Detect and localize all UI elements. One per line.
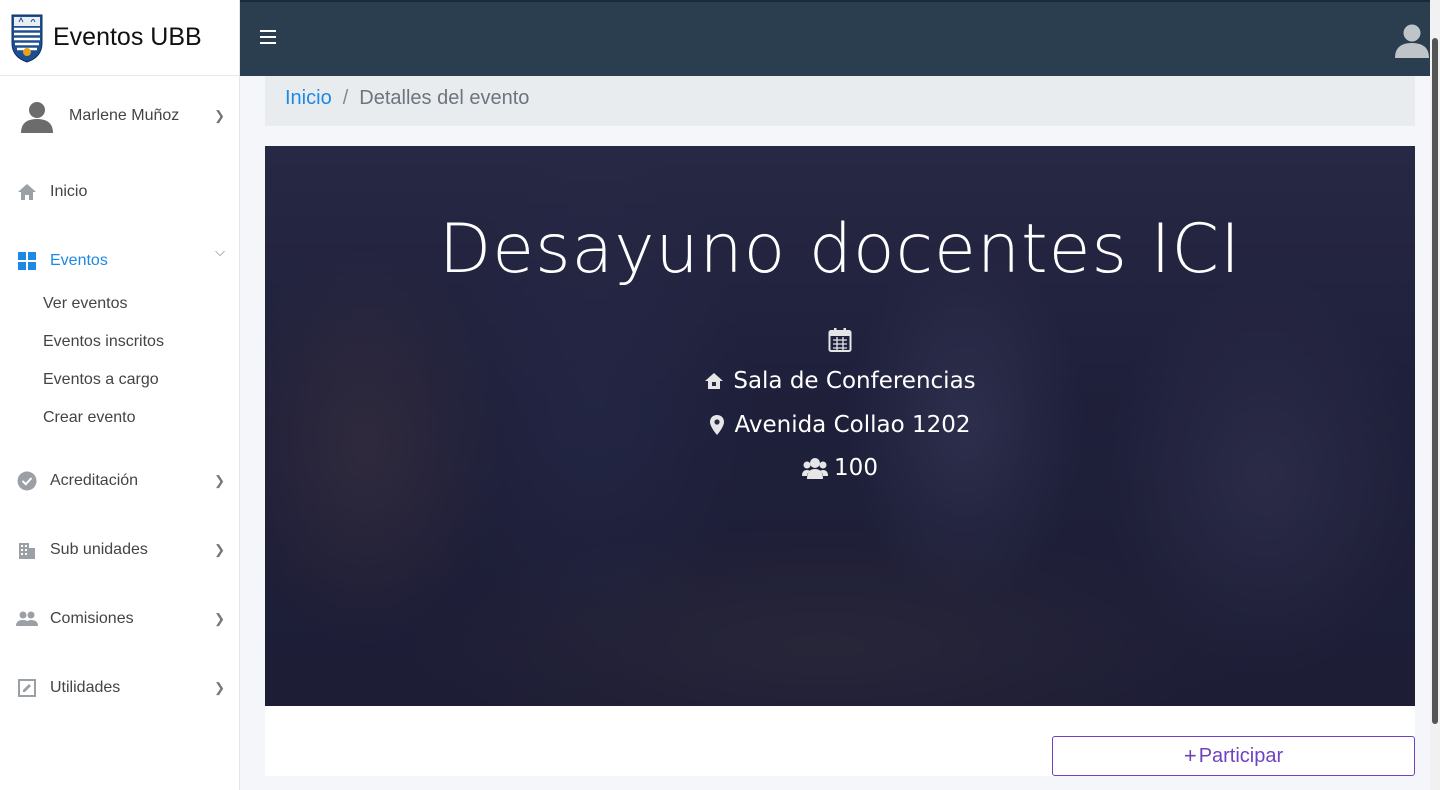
chevron-right-icon: ❯ (214, 542, 225, 557)
scrollbar-thumb[interactable] (1432, 38, 1438, 724)
dashboard-grid-icon (16, 250, 38, 272)
sidebar-item-label: Inicio (50, 183, 88, 200)
plus-icon: + (1183, 743, 1197, 768)
brand-title: Eventos UBB (53, 23, 202, 51)
sidebar-item-acreditacion[interactable]: Acreditación ❯ (16, 466, 225, 496)
breadcrumb-separator: / (342, 86, 349, 109)
event-capacity-row: 100 (265, 455, 1415, 481)
chevron-down-icon: ⌵ (215, 244, 225, 259)
participar-button[interactable]: + Participar (1052, 736, 1415, 776)
event-date-row (265, 327, 1415, 353)
event-hero-content: Desayuno docentes ICI Sala de Conferenci… (265, 146, 1415, 706)
sidebar-item-comisiones[interactable]: Comisiones ❯ (16, 604, 225, 634)
chevron-right-icon: ❯ (214, 108, 225, 123)
people-icon (16, 608, 38, 630)
sidebar-subitem-crear-evento[interactable]: Crear evento (43, 409, 136, 427)
breadcrumb-home-link[interactable]: Inicio (285, 87, 332, 110)
sidebar-item-eventos[interactable]: Eventos ⌵ (16, 244, 225, 276)
hamburger-menu-icon[interactable] (260, 30, 276, 44)
chevron-right-icon: ❯ (214, 473, 225, 488)
house-icon (704, 372, 724, 390)
sidebar-item-label: Comisiones (50, 610, 134, 627)
calendar-icon (828, 328, 852, 352)
sidebar-item-label: Acreditación (50, 472, 139, 489)
chevron-right-icon: ❯ (214, 680, 225, 695)
building-icon (16, 539, 38, 561)
event-capacity: 100 (834, 455, 878, 481)
sidebar-subitem-eventos-inscritos[interactable]: Eventos inscritos (43, 333, 164, 351)
home-icon (16, 181, 38, 203)
sidebar-subitem-ver-eventos[interactable]: Ver eventos (43, 295, 128, 313)
top-navbar (240, 0, 1440, 76)
user-name: Marlene Muñoz (69, 107, 180, 124)
participar-label: Participar (1198, 744, 1284, 767)
event-hero-banner: Desayuno docentes ICI Sala de Conferenci… (265, 146, 1415, 706)
sidebar-item-utilidades[interactable]: Utilidades ❯ (16, 673, 225, 703)
university-crest-icon (11, 14, 43, 63)
breadcrumb-current: Detalles del evento (359, 86, 530, 109)
sidebar: Eventos UBB Marlene Muñoz ❯ Inicio Event… (0, 0, 240, 790)
event-title: Desayuno docentes ICI (438, 210, 1242, 289)
breadcrumb: Inicio / Detalles del evento (265, 76, 1415, 126)
map-marker-icon (709, 414, 725, 436)
user-panel[interactable]: Marlene Muñoz ❯ (20, 96, 225, 136)
brand[interactable]: Eventos UBB (0, 0, 239, 76)
edit-square-icon (16, 677, 38, 699)
event-place: Sala de Conferencias (733, 368, 976, 394)
chevron-right-icon: ❯ (214, 611, 225, 626)
users-icon (802, 457, 829, 479)
sidebar-item-label: Sub unidades (50, 541, 148, 558)
user-avatar-icon[interactable] (1394, 22, 1430, 58)
check-circle-icon (16, 470, 38, 492)
sidebar-item-sub-unidades[interactable]: Sub unidades ❯ (16, 535, 225, 565)
sidebar-item-inicio[interactable]: Inicio (16, 177, 225, 207)
sidebar-subitem-eventos-a-cargo[interactable]: Eventos a cargo (43, 371, 159, 389)
page-scrollbar[interactable] (1430, 0, 1440, 790)
event-address-row: Avenida Collao 1202 (265, 412, 1415, 438)
event-address: Avenida Collao 1202 (734, 412, 971, 438)
user-avatar-icon (21, 102, 53, 133)
sidebar-item-label: Utilidades (50, 679, 121, 696)
sidebar-item-label: Eventos (50, 252, 108, 269)
event-place-row: Sala de Conferencias (265, 368, 1415, 394)
